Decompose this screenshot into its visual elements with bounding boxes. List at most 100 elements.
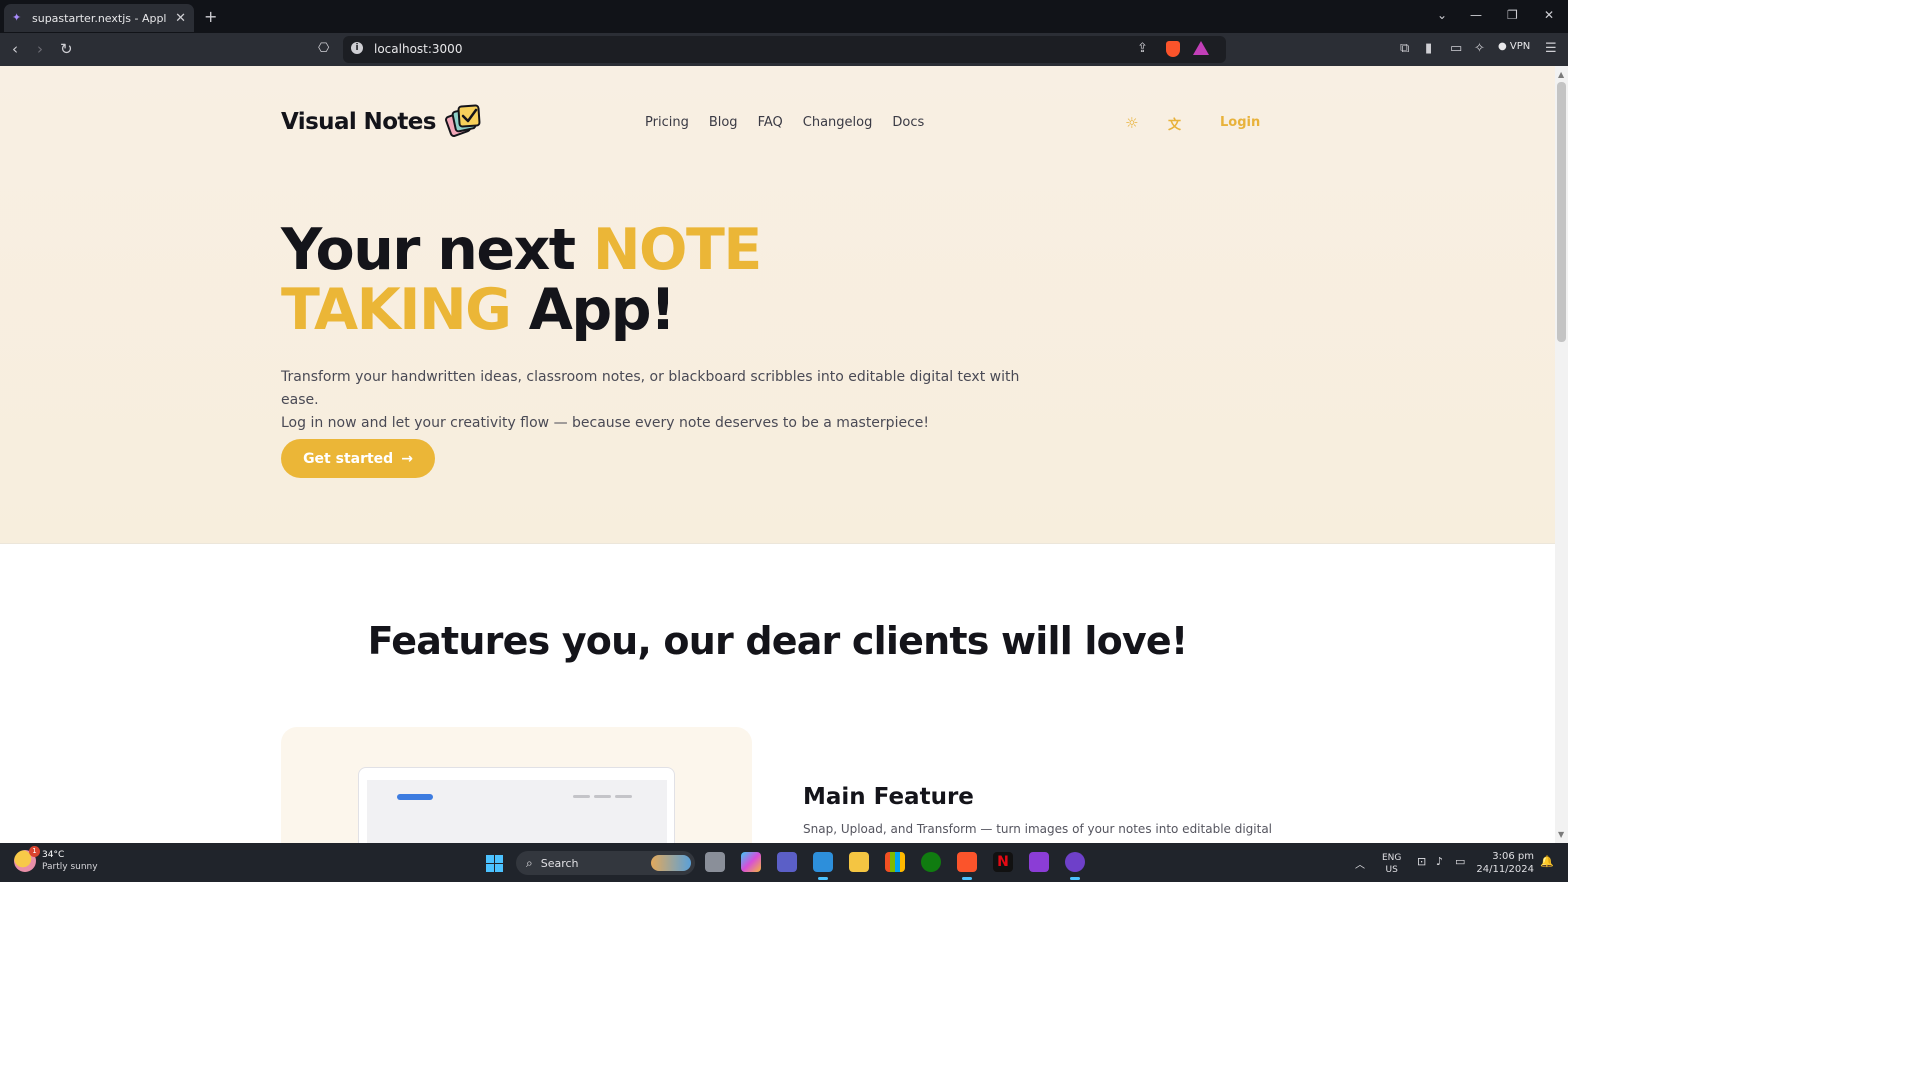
hero-subtitle: Transform your handwritten ideas, classr… [281,366,1061,435]
search-icon: ⌕ [526,855,533,870]
scroll-thumb[interactable] [1557,82,1566,342]
taskbar-search[interactable]: ⌕ Search [516,851,695,875]
rocket-icon: ✦ [12,11,22,24]
page-scrollbar[interactable]: ▲ ▼ [1555,66,1568,843]
notification-bell-icon[interactable]: 🔔 [1540,855,1554,868]
subtitle-line1: Transform your handwritten ideas, classr… [281,369,1020,408]
vpn-button[interactable]: ● VPN [1498,41,1530,52]
github-desktop-icon[interactable] [1065,852,1085,880]
scroll-up-icon[interactable]: ▲ [1558,70,1564,79]
page-viewport: Visual Notes Pricing Blog FAQ Changelog … [0,66,1555,843]
search-label: Search [540,856,579,870]
arrow-right-icon: → [401,450,413,467]
windows-start-icon[interactable] [486,855,503,872]
site-info-icon[interactable]: i [351,42,363,54]
mockup-content [367,780,667,843]
sun-icon[interactable]: ☼ [1125,114,1138,132]
mockup-dash [615,795,632,798]
lang-top: ENG [1382,853,1402,863]
vpn-label: VPN [1509,41,1531,52]
minimize-icon[interactable]: — [1470,8,1482,22]
tab-title: supastarter.nextjs - Application [32,11,168,25]
brave-browser-icon[interactable] [957,852,977,880]
language-indicator[interactable]: ENG US [1382,852,1401,876]
feature-preview-card [281,727,752,843]
sidebar-icon[interactable]: ▮ [1425,41,1432,56]
headline-accent-taking: TAKING [281,277,512,343]
browser-tab[interactable]: ✦ supastarter.nextjs - Application ✕ [4,4,194,32]
weather-condition: Partly sunny [42,862,98,872]
menu-icon[interactable]: ☰ [1545,41,1557,56]
back-icon[interactable]: ‹ [12,40,18,58]
teams-icon[interactable] [777,852,797,872]
mockup-dash [594,795,611,798]
hero-headline: Your next NOTE TAKING App! [281,220,801,340]
task-view-icon[interactable] [705,852,725,872]
network-icon[interactable]: ⊡ [1417,855,1426,868]
time: 3:06 pm [1492,851,1534,862]
extensions-icon[interactable]: ⧉ [1400,41,1409,56]
subtitle-line2: Log in now and let your creativity flow … [281,415,929,431]
browser-toolbar: ‹ › ↻ ⎔ i localhost:3000 ⇪ ⧉ ▮ ▭ ✧ ● VPN… [0,33,1568,66]
weather-temp: 34°C [42,850,65,860]
xbox-icon[interactable] [921,852,941,872]
lang-bottom: US [1385,865,1398,875]
reload-icon[interactable]: ↻ [60,40,73,58]
share-icon[interactable]: ⇪ [1137,41,1148,56]
battery-icon[interactable]: ▭ [1455,855,1465,868]
forward-icon[interactable]: › [37,40,43,58]
brave-shield-icon[interactable] [1166,41,1180,57]
microsoft-store-icon[interactable] [885,852,905,872]
brand-logo-link[interactable]: Visual Notes [281,102,484,142]
cta-label: Get started [303,450,394,467]
login-button[interactable]: Login [1220,115,1260,130]
date: 24/11/2024 [1476,864,1534,875]
headline-part1: Your next [281,217,593,283]
main-feature-description: Snap, Upload, and Transform — turn image… [803,822,1273,836]
tab-list-icon[interactable]: ⌄ [1437,8,1447,22]
brave-rewards-icon[interactable] [1193,41,1209,55]
language-icon[interactable]: 文 [1168,114,1181,133]
headline-accent-note: NOTE [592,217,762,283]
nav-faq[interactable]: FAQ [758,115,783,130]
mockup-dash [573,795,590,798]
nav-pricing[interactable]: Pricing [645,115,689,130]
close-tab-icon[interactable]: ✕ [175,11,186,26]
scroll-down-icon[interactable]: ▼ [1558,830,1564,839]
notes-logo-icon [444,104,481,137]
leo-ai-icon[interactable]: ✧ [1474,41,1485,56]
main-feature-title: Main Feature [803,784,974,810]
proton-icon[interactable] [1029,852,1049,872]
hero-section: Visual Notes Pricing Blog FAQ Changelog … [0,66,1555,544]
chevron-up-icon[interactable]: ︿ [1355,856,1365,871]
nav-blog[interactable]: Blog [709,115,738,130]
app-preview-mockup [358,767,675,843]
brand-name: Visual Notes [281,109,436,135]
file-explorer-icon[interactable] [849,852,869,872]
wallet-icon[interactable]: ▭ [1450,41,1462,56]
get-started-button[interactable]: Get started → [281,439,435,478]
new-tab-icon[interactable]: + [204,7,217,26]
restore-icon[interactable]: ❐ [1507,8,1518,22]
netflix-icon[interactable]: N [993,852,1013,872]
nav-changelog[interactable]: Changelog [803,115,873,130]
main-nav: Pricing Blog FAQ Changelog Docs [645,115,924,130]
mockup-blue-bar [397,794,433,800]
search-highlight-image [651,855,691,871]
address-bar[interactable]: i localhost:3000 ⇪ [343,36,1226,63]
clock[interactable]: 3:06 pm 24/11/2024 [1476,850,1534,876]
headline-part2: App! [510,277,676,343]
nav-docs[interactable]: Docs [892,115,924,130]
copilot-icon[interactable] [741,852,761,872]
vscode-icon[interactable] [813,852,833,880]
browser-tabbar: ✦ supastarter.nextjs - Application ✕ + ⌄… [0,0,1568,33]
bookmark-icon[interactable]: ⎔ [318,41,329,56]
features-title: Features you, our dear clients will love… [367,619,1189,663]
volume-icon[interactable]: ♪ [1436,855,1443,868]
windows-taskbar: 1 34°C Partly sunny ⌕ Search N ︿ ENG US … [0,843,1568,882]
weather-icon: 1 [14,846,40,872]
url-text[interactable]: localhost:3000 [374,42,462,56]
weather-badge: 1 [29,846,40,857]
close-window-icon[interactable]: ✕ [1544,8,1554,22]
weather-widget[interactable]: 1 34°C Partly sunny [14,846,98,873]
